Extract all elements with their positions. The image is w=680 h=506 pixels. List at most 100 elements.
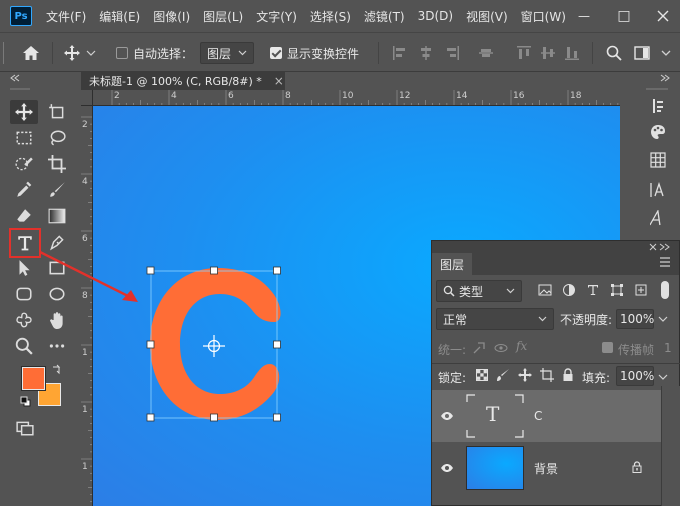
- toolbar-grip[interactable]: [10, 88, 30, 90]
- lock-pixels-icon[interactable]: [496, 368, 510, 382]
- home-button[interactable]: [22, 33, 40, 73]
- show-transform-checkbox[interactable]: 显示变换控件: [270, 33, 359, 73]
- lasso-tool[interactable]: [43, 126, 71, 150]
- eyedropper-tool[interactable]: [10, 178, 38, 202]
- unify-position-icon[interactable]: [472, 341, 486, 355]
- show-transform-check[interactable]: [270, 47, 282, 59]
- distribute-top-icon[interactable]: [516, 45, 532, 61]
- minimize-button[interactable]: —: [566, 0, 602, 32]
- horizontal-ruler[interactable]: 2 4 6 8 10 12 14 16 18: [93, 90, 620, 106]
- unify-style-icon[interactable]: fx: [516, 339, 527, 353]
- default-colors-icon[interactable]: [20, 396, 31, 407]
- align-left-icon[interactable]: [392, 45, 408, 61]
- filter-shape-icon[interactable]: [610, 283, 624, 297]
- fill-input[interactable]: 100%: [616, 366, 654, 386]
- align-right-icon[interactable]: [444, 45, 460, 61]
- chevron-down-icon[interactable]: [658, 45, 674, 61]
- lock-transparent-icon[interactable]: [476, 369, 488, 381]
- collapse-icon[interactable]: [659, 243, 673, 251]
- filter-pixel-icon[interactable]: [538, 283, 552, 297]
- search-icon[interactable]: [606, 45, 622, 61]
- panel-grip[interactable]: [646, 88, 668, 90]
- unify-visibility-icon[interactable]: [494, 341, 508, 355]
- marquee-tool[interactable]: [10, 126, 38, 150]
- opacity-input[interactable]: 100%: [616, 309, 654, 329]
- menu-window[interactable]: 窗口(W): [521, 8, 566, 25]
- menu-type[interactable]: 文字(Y): [256, 8, 297, 25]
- filter-kind-dropdown[interactable]: 类型: [436, 280, 522, 302]
- chevron-down-icon[interactable]: [658, 315, 668, 323]
- transform-bounding-box[interactable]: [145, 266, 285, 424]
- color-panel-button[interactable]: [648, 122, 668, 142]
- type-tool[interactable]: [9, 228, 41, 258]
- path-selection-tool[interactable]: [10, 256, 38, 280]
- menu-layer[interactable]: 图层(L): [203, 8, 243, 25]
- align-center-icon[interactable]: [418, 45, 434, 61]
- foreground-color-swatch[interactable]: [21, 366, 46, 391]
- blend-mode-dropdown[interactable]: 正常: [436, 308, 554, 330]
- menu-filter[interactable]: 滤镜(T): [364, 8, 405, 25]
- distribute-bottom-icon[interactable]: [564, 45, 580, 61]
- lock-label: 锁定:: [438, 371, 467, 385]
- visibility-toggle[interactable]: [432, 411, 462, 421]
- close-tab-button[interactable]: ×: [274, 74, 284, 88]
- brush-tool[interactable]: [43, 178, 71, 202]
- collapse-toolbar-icon[interactable]: [10, 74, 20, 82]
- align-top-icon[interactable]: [478, 45, 494, 61]
- close-panel-icon[interactable]: [649, 243, 657, 251]
- layers-panel-header[interactable]: [432, 241, 679, 253]
- tab-layers[interactable]: 图层: [432, 253, 473, 275]
- restore-button[interactable]: □: [606, 0, 642, 32]
- document-tab[interactable]: 未标题-1 @ 100% (C, RGB/8#) * ×: [81, 72, 285, 90]
- layer-name[interactable]: C: [534, 409, 542, 423]
- swap-colors-icon[interactable]: [51, 364, 62, 375]
- layers-scrollbar[interactable]: [661, 386, 680, 506]
- distribute-middle-icon[interactable]: [540, 45, 556, 61]
- layer-name[interactable]: 背景: [534, 460, 558, 477]
- divider: [378, 42, 379, 64]
- visibility-toggle[interactable]: [432, 463, 462, 473]
- menu-3d[interactable]: 3D(D): [418, 9, 453, 23]
- more-tools-button[interactable]: [43, 334, 71, 358]
- lock-artboard-icon[interactable]: [540, 368, 554, 382]
- crop-tool[interactable]: [43, 152, 71, 176]
- menu-file[interactable]: 文件(F): [46, 8, 86, 25]
- custom-shape-tool[interactable]: [10, 308, 38, 332]
- gradient-tool[interactable]: [43, 204, 71, 228]
- eraser-tool[interactable]: [10, 204, 38, 228]
- ruler-origin[interactable]: [81, 90, 93, 106]
- filter-smart-object-icon[interactable]: [634, 283, 648, 297]
- menu-edit[interactable]: 编辑(E): [99, 8, 140, 25]
- filter-adjustment-icon[interactable]: [562, 283, 576, 297]
- character-panel-button[interactable]: [648, 180, 668, 200]
- filter-type-icon[interactable]: [586, 283, 600, 297]
- move-tool[interactable]: [10, 100, 38, 124]
- layer-row-background[interactable]: 背景: [432, 442, 661, 494]
- propagate-checkbox[interactable]: [602, 342, 613, 353]
- history-panel-button[interactable]: [648, 96, 668, 116]
- menu-image[interactable]: 图像(I): [153, 8, 190, 25]
- workspace-icon[interactable]: [634, 45, 650, 61]
- filter-toggle[interactable]: [661, 281, 669, 299]
- menu-select[interactable]: 选择(S): [310, 8, 351, 25]
- hand-tool[interactable]: [43, 308, 71, 332]
- quick-selection-tool[interactable]: [10, 152, 38, 176]
- auto-select-check[interactable]: [116, 47, 128, 59]
- rounded-rectangle-tool[interactable]: [10, 282, 38, 306]
- screen-mode-button[interactable]: [11, 416, 39, 440]
- collapse-panels-icon[interactable]: [660, 74, 670, 82]
- glyphs-panel-button[interactable]: [648, 208, 668, 228]
- panel-menu-icon[interactable]: [659, 257, 671, 267]
- artboard-tool[interactable]: [43, 100, 71, 124]
- auto-select-checkbox[interactable]: 自动选择：: [116, 33, 193, 73]
- close-window-button[interactable]: [646, 0, 680, 32]
- lock-all-icon[interactable]: [562, 368, 574, 382]
- move-tool-preset[interactable]: [64, 33, 96, 73]
- menu-view[interactable]: 视图(V): [466, 8, 508, 25]
- auto-select-target-dropdown[interactable]: 图层: [200, 42, 254, 64]
- swatches-panel-button[interactable]: [648, 150, 668, 170]
- zoom-tool[interactable]: [10, 334, 38, 358]
- lock-position-icon[interactable]: [518, 368, 532, 382]
- layer-row-c[interactable]: T C: [432, 390, 661, 442]
- chevron-down-icon[interactable]: [658, 373, 668, 381]
